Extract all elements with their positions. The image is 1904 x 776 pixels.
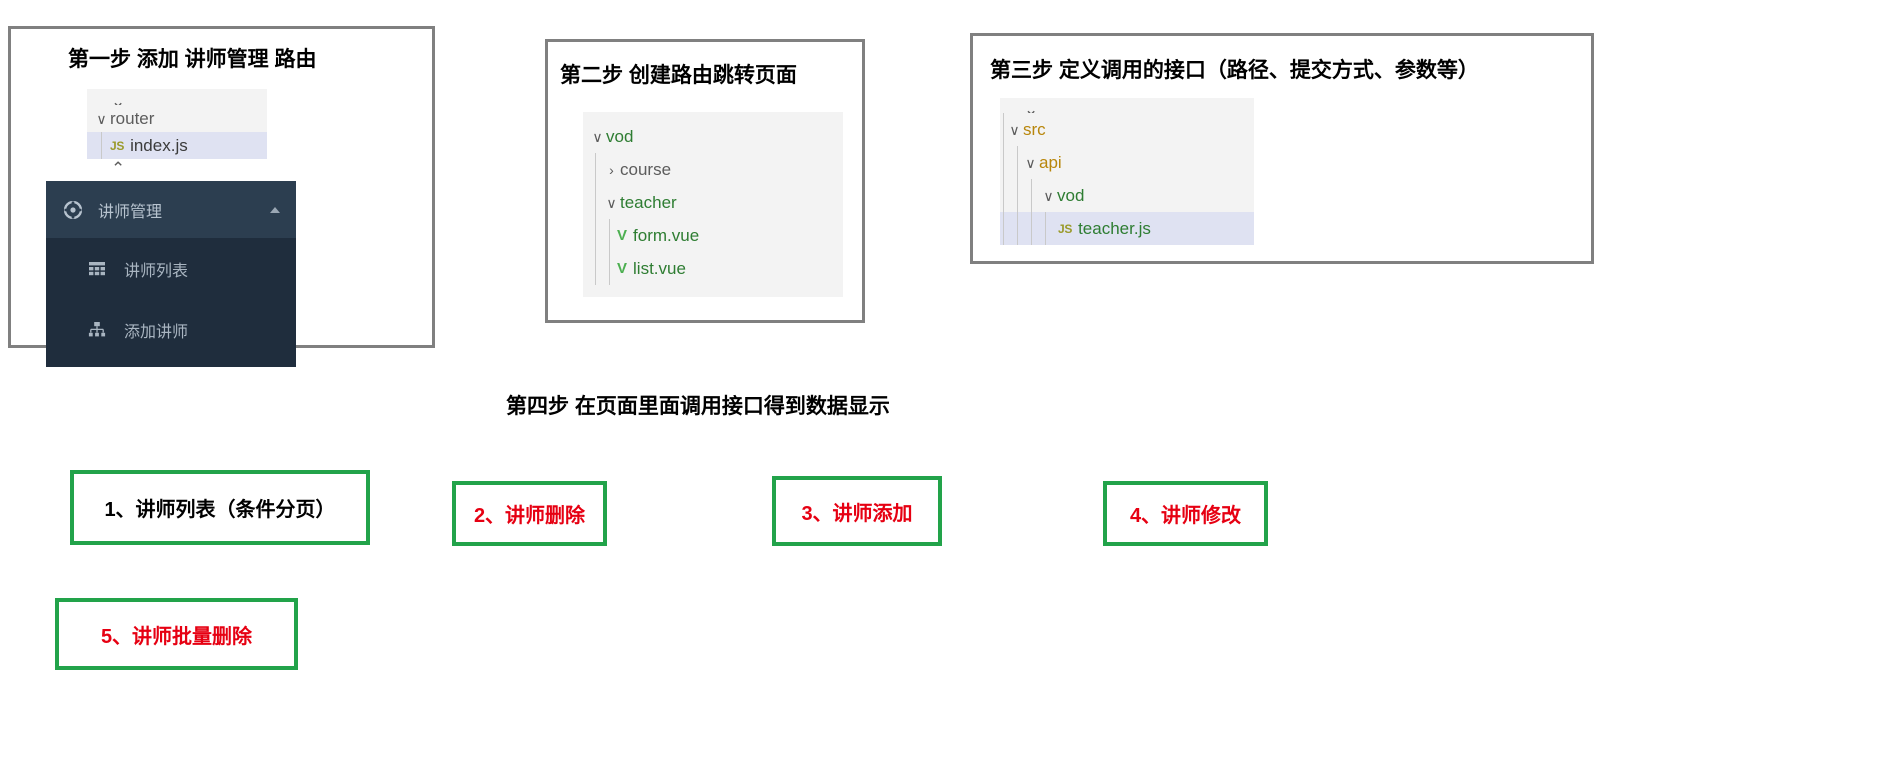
tree-node-teacher[interactable]: ∨ teacher — [583, 186, 843, 219]
tree-guide-line — [1031, 179, 1032, 212]
tree-node-label: router — [110, 108, 155, 128]
tree-guide-line — [609, 252, 610, 285]
tree-guide-line — [1003, 179, 1004, 212]
tree-node-label: api — [1039, 152, 1062, 172]
task-box-teacher-edit[interactable]: 4、讲师修改 — [1103, 481, 1268, 546]
tree-node-label: form.vue — [633, 225, 700, 245]
step-two-title: 第二步 创建路由跳转页面 — [560, 64, 797, 87]
task-label: 4、讲师修改 — [1129, 505, 1242, 527]
tree-node-form-vue[interactable]: V form.vue — [583, 219, 843, 252]
tree-node-router[interactable]: ∨ router — [87, 105, 267, 132]
tree-guide-line — [1017, 212, 1018, 245]
tree-guide-line — [1003, 113, 1004, 146]
tree-guide-line — [101, 132, 102, 159]
api-file-tree: ⌄ ∨ src ∨ api ∨ vod JS teacher.js — [1000, 98, 1254, 245]
tree-node-api[interactable]: ∨ api — [1000, 146, 1254, 179]
task-label: 3、讲师添加 — [801, 502, 913, 525]
tree-node-list-vue[interactable]: V list.vue — [583, 252, 843, 285]
tree-node-src[interactable]: ∨ src — [1000, 113, 1254, 146]
tree-node-label: src — [1023, 119, 1046, 139]
tree-partial-row: ⌄ — [111, 92, 126, 105]
sidebar-item-add-teacher[interactable]: 添加讲师 — [46, 299, 296, 360]
sidebar-submenu: 讲师列表 添加讲师 — [46, 238, 296, 367]
task-box-teacher-add[interactable]: 3、讲师添加 — [772, 476, 942, 546]
vod-views-file-tree: ∨ vod › course ∨ teacher V form.vue V li… — [583, 112, 843, 297]
task-label: 5、讲师批量删除 — [100, 625, 253, 648]
tree-guide-line — [595, 186, 596, 219]
vue-file-icon: V — [617, 260, 628, 277]
chevron-down-icon[interactable]: ∨ — [589, 130, 606, 144]
step-three-title: 第三步 定义调用的接口（路径、提交方式、参数等） — [990, 59, 1479, 82]
chevron-down-icon[interactable]: ∨ — [1040, 189, 1057, 203]
tree-guide-line — [595, 252, 596, 285]
tree-node-label: vod — [1057, 185, 1085, 205]
tree-guide-line — [1031, 212, 1032, 245]
tree-partial-row: ⌄ — [1024, 100, 1039, 113]
tree-node-label: teacher.js — [1078, 218, 1151, 238]
compass-icon — [63, 200, 83, 219]
task-label: 2、讲师删除 — [473, 505, 586, 527]
task-label: 1、讲师列表（条件分页） — [104, 499, 336, 521]
tree-guide-line — [1045, 212, 1046, 245]
sidebar-item-label: 讲师列表 — [124, 262, 189, 280]
sidebar-group-teacher-management[interactable]: 讲师管理 — [46, 181, 296, 238]
table-grid-icon — [88, 260, 106, 278]
tree-node-index-js[interactable]: JS index.js — [87, 132, 267, 159]
tree-guide-line — [609, 219, 610, 252]
tree-node-label: vod — [606, 126, 634, 146]
tree-guide-line — [595, 219, 596, 252]
tree-node-label: course — [620, 159, 672, 179]
step-two-panel: 第二步 创建路由跳转页面 ∨ vod › course ∨ teacher V … — [545, 39, 865, 323]
tree-node-label: teacher — [620, 192, 677, 212]
tree-partial-row-bottom: ⌃ — [111, 159, 126, 172]
sidebar-group-label: 讲师管理 — [98, 203, 163, 221]
tree-guide-line — [595, 153, 596, 186]
js-file-icon: JS — [110, 138, 125, 153]
chevron-down-icon[interactable]: ∨ — [93, 112, 110, 126]
tree-node-vod[interactable]: ∨ vod — [1000, 179, 1254, 212]
step-one-panel: 第一步 添加 讲师管理 路由 ⌄ ∨ router JS index.js ⌃ … — [8, 26, 435, 367]
chevron-down-icon[interactable]: ∨ — [1022, 156, 1039, 170]
step-three-panel: 第三步 定义调用的接口（路径、提交方式、参数等） ⌄ ∨ src ∨ api ∨… — [970, 33, 1594, 264]
task-box-teacher-batch-delete[interactable]: 5、讲师批量删除 — [55, 598, 298, 670]
step-one-title: 第一步 添加 讲师管理 路由 — [68, 48, 317, 71]
step-four-title: 第四步 在页面里面调用接口得到数据显示 — [506, 395, 890, 418]
chevron-down-icon[interactable]: ∨ — [603, 196, 620, 210]
vue-file-icon: V — [617, 227, 628, 244]
tree-node-label: index.js — [130, 135, 188, 155]
sitemap-icon — [88, 321, 106, 339]
tree-guide-line — [1003, 146, 1004, 179]
chevron-down-icon[interactable]: ∨ — [1006, 123, 1023, 137]
tree-node-label: list.vue — [633, 258, 686, 278]
sidebar-item-label: 添加讲师 — [124, 323, 189, 341]
tree-node-teacher-js[interactable]: JS teacher.js — [1000, 212, 1254, 245]
caret-up-icon[interactable] — [270, 206, 280, 213]
teacher-admin-sidebar: 讲师管理 讲师列表 添加讲师 — [46, 181, 296, 367]
chevron-right-icon[interactable]: › — [603, 163, 620, 177]
task-box-teacher-delete[interactable]: 2、讲师删除 — [452, 481, 607, 546]
tree-guide-line — [1017, 179, 1018, 212]
js-file-icon: JS — [1058, 221, 1073, 236]
tree-guide-line — [1017, 146, 1018, 179]
tree-node-course[interactable]: › course — [583, 153, 843, 186]
tree-node-vod[interactable]: ∨ vod — [583, 120, 843, 153]
router-file-tree: ⌄ ∨ router JS index.js ⌃ — [87, 89, 267, 172]
tree-guide-line — [1003, 212, 1004, 245]
task-box-teacher-list[interactable]: 1、讲师列表（条件分页） — [70, 470, 370, 545]
sidebar-item-teacher-list[interactable]: 讲师列表 — [46, 238, 296, 299]
